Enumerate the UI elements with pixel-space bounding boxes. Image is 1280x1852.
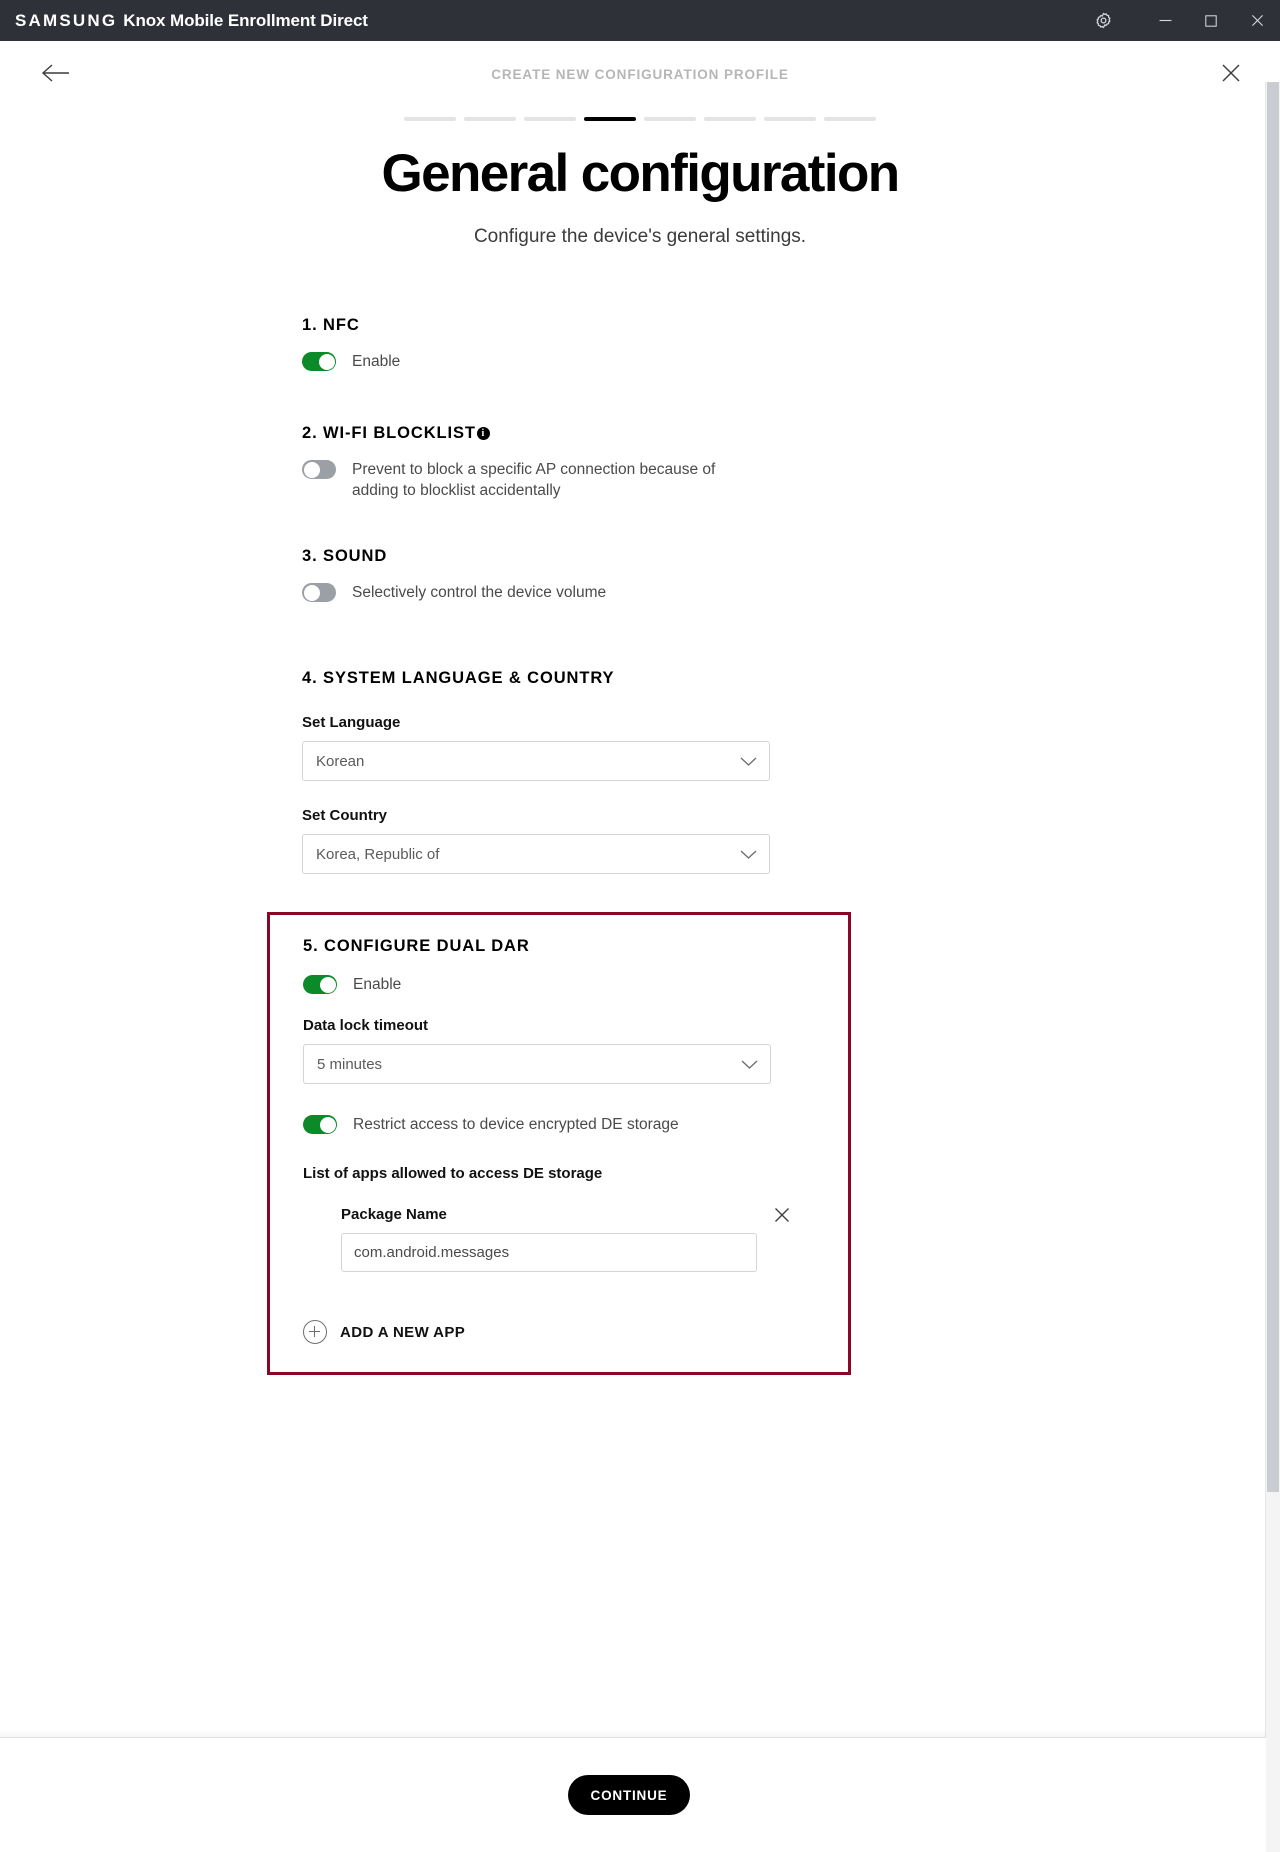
- wizard-navbar: CREATE NEW CONFIGURATION PROFILE: [0, 41, 1280, 103]
- wizard-close-icon[interactable]: [1213, 55, 1249, 91]
- section-dual-dar: 5. CONFIGURE DUAL DAR Enable Data lock t…: [267, 912, 851, 1375]
- wifi-blocklist-toggle[interactable]: [302, 460, 336, 479]
- wifi-blocklist-label: Prevent to block a specific AP connectio…: [352, 461, 716, 499]
- continue-button[interactable]: CONTINUE: [568, 1775, 690, 1815]
- dual-dar-enable-row[interactable]: Enable: [303, 974, 848, 995]
- add-a-new-app-button[interactable]: ADD A NEW APP: [303, 1320, 848, 1344]
- section-language-country: 4. SYSTEM LANGUAGE & COUNTRY Set Languag…: [302, 669, 862, 874]
- plus-circle-icon: [303, 1320, 327, 1344]
- sound-row[interactable]: Selectively control the device volume: [302, 582, 862, 603]
- nfc-enable-row[interactable]: Enable: [302, 351, 862, 372]
- set-country-select[interactable]: Korea, Republic of: [302, 834, 770, 874]
- minimize-icon[interactable]: [1142, 0, 1188, 41]
- nfc-enable-label: Enable: [352, 353, 401, 370]
- progress-segment-2: [464, 117, 516, 121]
- chevron-down-icon: [740, 847, 757, 865]
- window-controls: [1080, 0, 1280, 41]
- app-branding: SAMSUNG Knox Mobile Enrollment Direct: [15, 11, 368, 31]
- chevron-down-icon: [740, 754, 757, 772]
- wizard-footer: CONTINUE: [0, 1730, 1266, 1852]
- section-wifi-blocklist-text: 2. WI-FI BLOCKLIST: [302, 424, 476, 442]
- progress-segment-4: [584, 117, 636, 121]
- chevron-down-icon: [741, 1057, 758, 1075]
- section-dual-dar-title: 5. CONFIGURE DUAL DAR: [303, 937, 530, 955]
- window-body: CREATE NEW CONFIGURATION PROFILE General…: [0, 41, 1280, 1852]
- remove-app-icon[interactable]: [769, 1202, 795, 1228]
- settings-form: 1. NFC Enable 2. WI-FI BLOCKLIST i Preven…: [267, 316, 862, 1375]
- page-title: General configuration: [381, 144, 900, 203]
- section-nfc: 1. NFC Enable: [302, 316, 862, 372]
- dual-dar-enable-label: Enable: [353, 976, 402, 993]
- footer-shadow: [0, 1730, 1266, 1738]
- restrict-de-storage-row[interactable]: Restrict access to device encrypted DE s…: [303, 1114, 848, 1135]
- scrollbar-thumb[interactable]: [1267, 82, 1279, 1492]
- section-language-country-title: 4. SYSTEM LANGUAGE & COUNTRY: [302, 669, 615, 687]
- data-lock-timeout-value: 5 minutes: [317, 1055, 383, 1073]
- vertical-scrollbar[interactable]: [1265, 82, 1280, 1852]
- wifi-blocklist-row[interactable]: Prevent to block a specific AP connectio…: [302, 459, 862, 501]
- wizard-step-label: CREATE NEW CONFIGURATION PROFILE: [491, 67, 789, 82]
- section-wifi-blocklist: 2. WI-FI BLOCKLIST i Prevent to block a s…: [302, 424, 862, 501]
- info-icon[interactable]: i: [476, 427, 490, 440]
- sound-label: Selectively control the device volume: [352, 584, 607, 601]
- sound-toggle[interactable]: [302, 583, 336, 602]
- wizard-progress: [0, 117, 1280, 121]
- app-entry-row: Package Name com.android.messages: [341, 1206, 796, 1272]
- data-lock-timeout-label: Data lock timeout: [303, 1017, 429, 1034]
- progress-segment-3: [524, 117, 576, 121]
- window-close-icon[interactable]: [1234, 0, 1280, 41]
- nfc-enable-toggle[interactable]: [302, 352, 336, 371]
- app-title: Knox Mobile Enrollment Direct: [123, 10, 368, 30]
- section-nfc-title: 1. NFC: [302, 316, 360, 334]
- set-country-value: Korea, Republic of: [316, 845, 440, 863]
- gear-icon[interactable]: [1080, 0, 1126, 41]
- set-language-value: Korean: [316, 752, 365, 770]
- progress-segment-1: [404, 117, 456, 121]
- app-list-label: List of apps allowed to access DE storag…: [303, 1165, 603, 1182]
- restrict-de-storage-toggle[interactable]: [303, 1115, 337, 1134]
- data-lock-timeout-select[interactable]: 5 minutes: [303, 1044, 771, 1084]
- progress-segment-5: [644, 117, 696, 121]
- package-name-label: Package Name: [341, 1206, 447, 1223]
- maximize-icon[interactable]: [1188, 0, 1234, 41]
- progress-segment-8: [824, 117, 876, 121]
- page-subtitle: Configure the device's general settings.: [473, 226, 807, 247]
- add-a-new-app-label: ADD A NEW APP: [340, 1323, 466, 1341]
- samsung-logo-text: SAMSUNG: [15, 10, 118, 30]
- set-country-label: Set Country: [302, 807, 388, 824]
- progress-segment-6: [704, 117, 756, 121]
- dual-dar-enable-toggle[interactable]: [303, 975, 337, 994]
- package-name-value: com.android.messages: [354, 1244, 510, 1261]
- restrict-de-storage-label: Restrict access to device encrypted DE s…: [353, 1116, 679, 1133]
- set-language-select[interactable]: Korean: [302, 741, 770, 781]
- package-name-input[interactable]: com.android.messages: [341, 1233, 757, 1272]
- progress-segment-7: [764, 117, 816, 121]
- set-language-label: Set Language: [302, 714, 401, 731]
- section-sound-title: 3. SOUND: [302, 547, 388, 565]
- window-titlebar: SAMSUNG Knox Mobile Enrollment Direct: [0, 0, 1280, 41]
- section-sound: 3. SOUND Selectively control the device …: [302, 547, 862, 603]
- section-wifi-blocklist-title: 2. WI-FI BLOCKLIST i: [302, 424, 862, 443]
